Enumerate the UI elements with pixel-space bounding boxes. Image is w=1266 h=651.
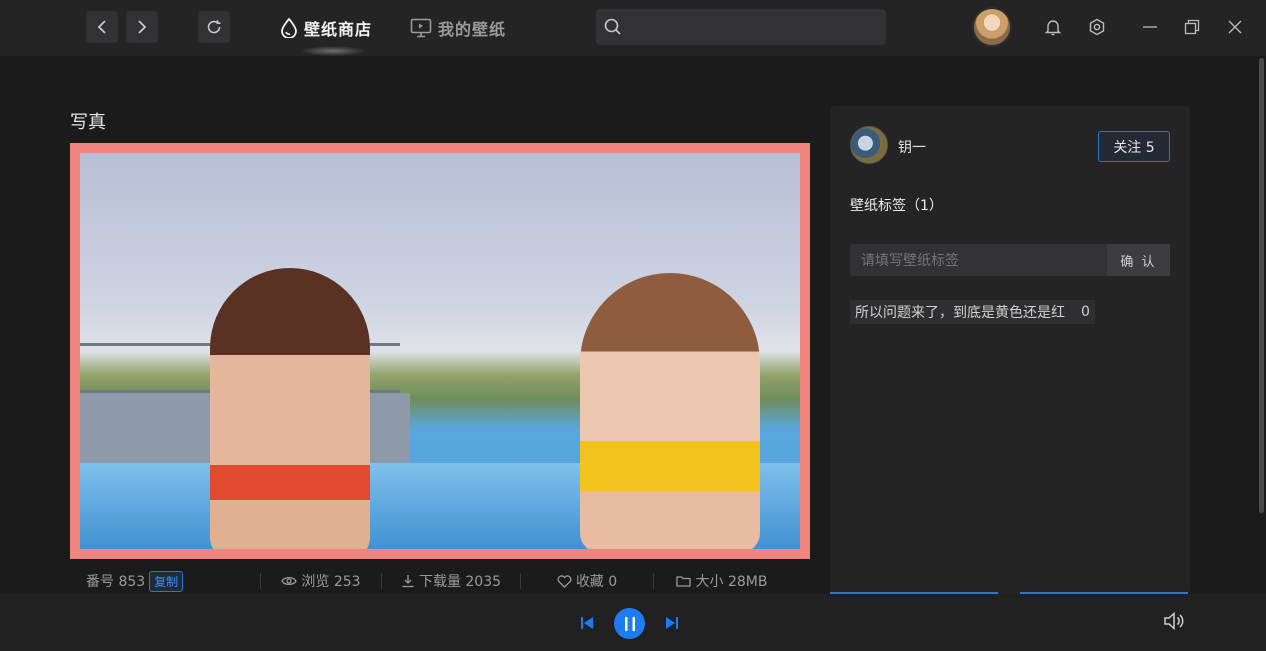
volume-button[interactable]	[1162, 610, 1186, 632]
minimize-icon	[1143, 26, 1157, 28]
back-button[interactable]	[86, 11, 118, 43]
close-icon	[1228, 20, 1242, 34]
download-icon	[402, 575, 414, 588]
notifications-button[interactable]	[1043, 17, 1063, 37]
category-title: 写真	[70, 112, 106, 133]
player-bar	[0, 594, 1266, 651]
monitor-icon	[410, 18, 432, 38]
author-name[interactable]: 钥一	[898, 137, 926, 157]
tags-title: 壁纸标签（1）	[850, 198, 943, 214]
wallpaper-stats-bar: 番号 853 复制 浏览 253 下载量 2035 收藏 0 大小 28MB	[70, 568, 810, 594]
folder-icon	[675, 576, 691, 587]
refresh-button[interactable]	[198, 11, 230, 43]
close-button[interactable]	[1225, 17, 1245, 37]
tag-input[interactable]	[850, 244, 1108, 276]
photo-person-left	[210, 268, 370, 549]
user-avatar[interactable]	[972, 7, 1012, 47]
stat-favorites[interactable]: 收藏 0	[521, 571, 653, 591]
id-text: 番号 853	[86, 574, 146, 590]
tab-wallpaper-store[interactable]: 壁纸商店	[280, 14, 372, 42]
settings-button[interactable]	[1087, 17, 1107, 37]
tab-label: 我的壁纸	[438, 20, 507, 39]
tab-label: 壁纸商店	[304, 20, 373, 39]
wallpaper-preview-frame[interactable]	[70, 143, 810, 559]
previous-button[interactable]	[578, 614, 596, 632]
wallpaper-info-panel: 钥一 关注 5 壁纸标签（1） 确 认 所以问题来了，到底是黄色还是红 0	[830, 106, 1190, 594]
eye-icon	[281, 576, 298, 586]
author-avatar[interactable]	[850, 126, 888, 164]
stat-size: 大小 28MB	[654, 571, 789, 591]
volume-icon	[1164, 611, 1184, 631]
wallpaper-preview-image	[80, 153, 800, 549]
scrollbar[interactable]	[1259, 58, 1264, 513]
previous-icon	[581, 617, 593, 629]
back-icon	[97, 20, 106, 34]
follow-button[interactable]: 关注 5	[1098, 131, 1170, 162]
stat-downloads: 下载量 2035	[382, 571, 520, 591]
size-text: 大小 28MB	[695, 574, 768, 590]
restore-icon	[1184, 19, 1200, 35]
forward-icon	[138, 20, 147, 34]
pause-button[interactable]	[614, 608, 645, 639]
next-button[interactable]	[663, 614, 681, 632]
bell-icon	[1044, 20, 1062, 36]
favorites-text: 收藏 0	[575, 574, 618, 590]
stat-id: 番号 853 复制	[70, 570, 260, 592]
photo-person-right	[580, 273, 760, 549]
forward-button[interactable]	[126, 11, 158, 43]
search-box[interactable]	[596, 9, 886, 45]
pause-icon	[624, 616, 635, 631]
minimize-button[interactable]	[1140, 17, 1160, 37]
next-icon	[666, 617, 678, 629]
title-bar: 壁纸商店 我的壁纸	[0, 0, 1266, 56]
refresh-icon	[207, 20, 221, 34]
downloads-text: 下载量 2035	[418, 574, 502, 590]
drop-icon	[281, 18, 297, 38]
copy-button[interactable]: 复制	[149, 570, 184, 592]
tab-my-wallpapers[interactable]: 我的壁纸	[410, 14, 506, 42]
heart-icon	[557, 574, 572, 588]
stat-views: 浏览 253	[261, 571, 381, 591]
confirm-tag-button[interactable]: 确 认	[1107, 244, 1170, 276]
tag-text: 所以问题来了，到底是黄色还是红	[855, 305, 1065, 321]
search-input[interactable]	[628, 19, 868, 35]
search-icon	[604, 18, 621, 35]
restore-button[interactable]	[1182, 17, 1202, 37]
views-text: 浏览 253	[301, 574, 361, 590]
active-tab-indicator	[300, 46, 366, 56]
settings-icon	[1089, 18, 1105, 36]
tag-chip[interactable]: 所以问题来了，到底是黄色还是红 0	[850, 300, 1095, 324]
tag-count: 0	[1081, 304, 1090, 320]
